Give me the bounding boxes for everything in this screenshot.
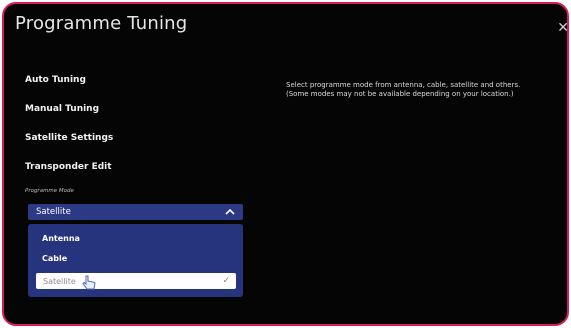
description-line-2: (Some modes may not be available dependi… <box>286 90 514 98</box>
close-icon[interactable]: ✕ <box>557 20 567 36</box>
menu-item-satellite-settings[interactable]: Satellite Settings <box>25 133 113 143</box>
option-satellite-label: Satellite <box>43 276 76 286</box>
check-icon: ✓ <box>222 276 230 286</box>
description-line-1: Select programme mode from antenna, cabl… <box>286 81 521 89</box>
menu-item-transponder-edit[interactable]: Transponder Edit <box>25 162 112 172</box>
hand-pointer-icon <box>82 275 96 290</box>
menu-item-manual-tuning[interactable]: Manual Tuning <box>25 104 99 114</box>
programme-mode-label: Programme Mode <box>25 188 74 194</box>
programme-mode-selected-value: Satellite <box>36 207 71 217</box>
option-antenna[interactable]: Antenna <box>42 234 80 243</box>
option-cable[interactable]: Cable <box>42 254 67 263</box>
programme-mode-description: Select programme mode from antenna, cabl… <box>286 81 566 99</box>
programme-mode-select[interactable]: Satellite <box>28 204 243 220</box>
option-satellite[interactable]: Satellite ✓ <box>36 273 236 290</box>
programme-mode-dropdown: Antenna Cable Satellite ✓ <box>28 224 243 297</box>
page-title: Programme Tuning <box>15 13 188 34</box>
tv-screen: Programme Tuning ✕ Auto Tuning Manual Tu… <box>2 2 569 326</box>
menu-item-auto-tuning[interactable]: Auto Tuning <box>25 75 86 85</box>
chevron-up-icon <box>225 208 235 215</box>
